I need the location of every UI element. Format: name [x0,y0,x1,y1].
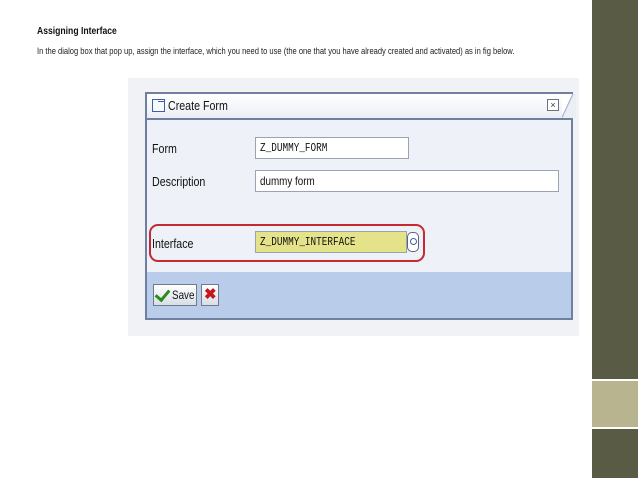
save-button-label: Save [172,288,195,302]
slide-decoration-divider [592,379,638,381]
titlebar-decoration [562,94,576,118]
dialog-button-bar: Save ✖ [147,272,571,318]
section-heading: Assigning Interface [37,26,117,37]
instruction-text: In the dialog box that pop up, assign th… [37,46,515,56]
form-name-value: Z_DUMMY_FORM [260,141,328,155]
description-label: Description [152,174,206,189]
description-value: dummy form [260,174,315,188]
form-edit-icon [152,99,165,112]
form-label: Form [152,141,177,156]
cancel-button[interactable]: ✖ [201,284,219,306]
interface-highlight-outline [149,224,425,262]
cancel-x-icon: ✖ [204,286,217,303]
dialog-titlebar: Create Form × [147,94,576,120]
save-button[interactable]: Save [153,284,197,306]
slide-decoration-divider [592,427,638,429]
create-form-dialog: Create Form × Form Z_DUMMY_FORM Descript… [145,92,576,320]
slide-decoration-accent [592,380,638,428]
slide-decoration-bar-bottom [592,428,638,478]
checkmark-icon [154,285,171,303]
close-button[interactable]: × [547,99,559,111]
dialog-title: Create Form [168,98,228,113]
form-name-field[interactable]: Z_DUMMY_FORM [255,137,409,159]
description-field[interactable]: dummy form [255,170,559,192]
slide-decoration-bar [592,0,638,380]
